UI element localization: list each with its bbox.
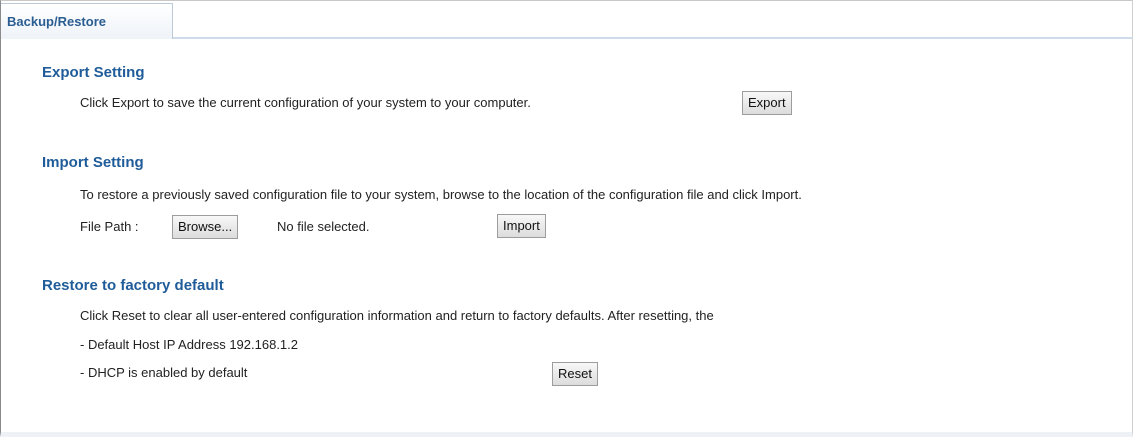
browse-button[interactable]: Browse... [172, 215, 239, 239]
file-status: No file selected. [277, 219, 370, 234]
export-setting-title: Export Setting [42, 64, 145, 81]
default-ip-line: - Default Host IP Address 192.168.1.2 [80, 337, 299, 352]
import-description: To restore a previously saved configurat… [80, 187, 802, 202]
import-setting-title: Import Setting [42, 154, 144, 171]
dhcp-line: - DHCP is enabled by default [80, 365, 248, 380]
tab-bar: Backup/Restore [1, 1, 1133, 39]
file-path-label: File Path : [80, 219, 139, 234]
reset-button[interactable]: Reset [552, 362, 598, 386]
tab-backup-restore[interactable]: Backup/Restore [1, 3, 173, 39]
import-button[interactable]: Import [497, 214, 546, 238]
export-description: Click Export to save the current configu… [80, 95, 531, 110]
restore-factory-title: Restore to factory default [42, 277, 224, 294]
reset-description: Click Reset to clear all user-entered co… [80, 308, 714, 323]
export-button[interactable]: Export [742, 91, 792, 115]
